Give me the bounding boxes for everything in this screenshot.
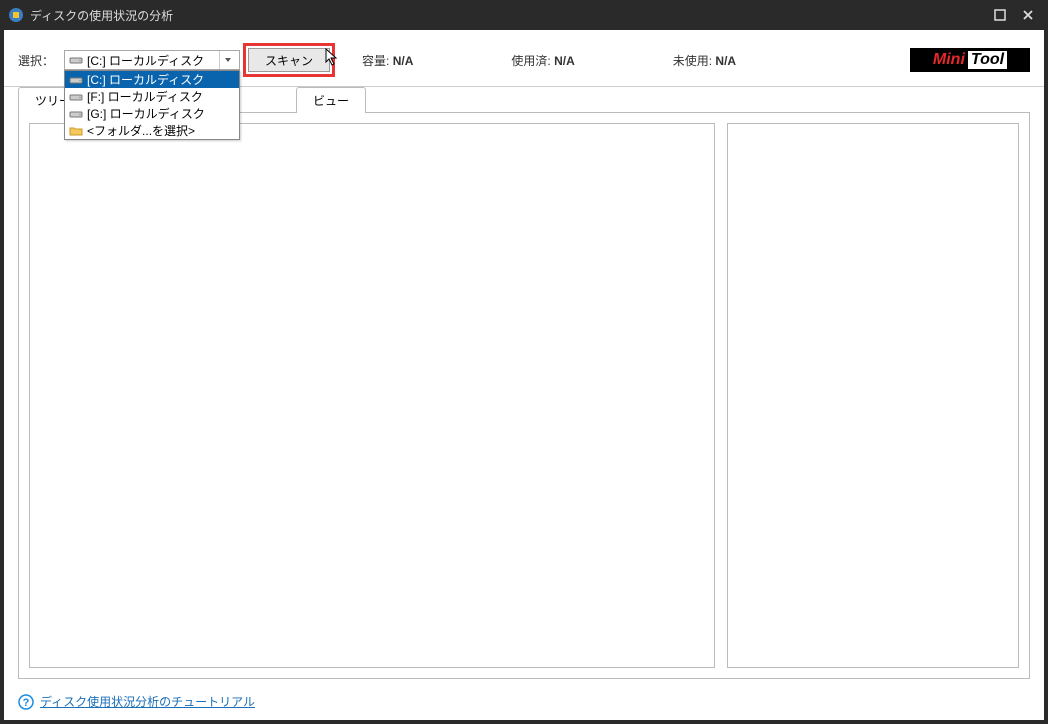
dropdown-item-f[interactable]: [F:] ローカルディスク — [65, 88, 239, 105]
footer: ? ディスク使用状況分析のチュートリアル — [4, 687, 1044, 720]
used-stat: 使用済: N/A — [511, 52, 574, 69]
app-window: ディスクの使用状況の分析 選択： [C:] ローカルディスク — [0, 0, 1048, 724]
capacity-value: N/A — [393, 54, 414, 68]
tab-file-view[interactable]: ビュー — [296, 87, 366, 113]
drive-select-box[interactable]: [C:] ローカルディスク — [64, 50, 240, 70]
drive-select[interactable]: [C:] ローカルディスク [C:] ローカルディスク [F:] ローカルディス… — [64, 50, 240, 70]
preview-panel[interactable] — [727, 123, 1019, 668]
unused-label: 未使用: — [673, 54, 712, 68]
app-icon — [8, 7, 24, 23]
window-title: ディスクの使用状況の分析 — [30, 7, 992, 24]
unused-value: N/A — [715, 54, 736, 68]
select-label: 選択： — [18, 52, 54, 69]
chevron-down-icon[interactable] — [219, 51, 235, 69]
dropdown-item-label: [F:] ローカルディスク — [87, 88, 203, 105]
titlebar: ディスクの使用状況の分析 — [0, 0, 1048, 30]
used-value: N/A — [554, 54, 575, 68]
drive-icon — [69, 90, 83, 104]
drive-icon — [69, 53, 83, 67]
dropdown-item-c[interactable]: [C:] ローカルディスク — [65, 71, 239, 88]
capacity-stat: 容量: N/A — [362, 52, 413, 69]
svg-text:?: ? — [23, 697, 30, 709]
unused-stat: 未使用: N/A — [673, 52, 736, 69]
window-controls — [992, 7, 1040, 23]
tree-panel[interactable] — [29, 123, 715, 668]
scan-button[interactable]: スキャン — [248, 48, 330, 72]
drive-selected-text: [C:] ローカルディスク — [87, 52, 219, 69]
close-button[interactable] — [1020, 7, 1036, 23]
toolbar: 選択： [C:] ローカルディスク [C:] ローカルディスク — [4, 30, 1044, 87]
used-label: 使用済: — [511, 54, 550, 68]
drive-dropdown-list: [C:] ローカルディスク [F:] ローカルディスク [G:] ローカルディス… — [64, 70, 240, 140]
logo-tool: Tool — [968, 51, 1007, 69]
maximize-button[interactable] — [992, 7, 1008, 23]
logo-mini: Mini — [933, 51, 965, 69]
dropdown-item-g[interactable]: [G:] ローカルディスク — [65, 105, 239, 122]
drive-icon — [69, 73, 83, 87]
content-area — [18, 112, 1030, 679]
dropdown-item-label: [C:] ローカルディスク — [87, 71, 204, 88]
dropdown-item-label: [G:] ローカルディスク — [87, 105, 205, 122]
minitool-logo: Mini Tool — [910, 48, 1030, 72]
tutorial-link[interactable]: ディスク使用状況分析のチュートリアル — [40, 693, 255, 710]
drive-icon — [69, 107, 83, 121]
client-area: 選択： [C:] ローカルディスク [C:] ローカルディスク — [4, 30, 1044, 720]
folder-icon — [69, 124, 83, 138]
help-icon[interactable]: ? — [18, 694, 34, 710]
dropdown-item-label: <フォルダ...を選択> — [87, 122, 195, 139]
capacity-label: 容量: — [362, 54, 389, 68]
dropdown-item-folder[interactable]: <フォルダ...を選択> — [65, 122, 239, 139]
scan-button-wrapper: スキャン — [248, 48, 330, 72]
